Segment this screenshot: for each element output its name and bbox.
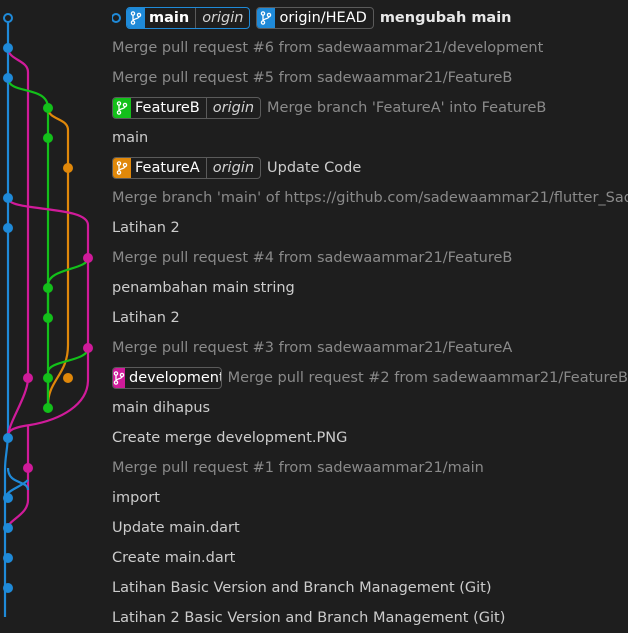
commit-message: penambahan main string [112, 280, 295, 296]
branch-badge[interactable]: FeatureB origin [112, 97, 262, 119]
branch-icon [113, 368, 125, 388]
commit-node[interactable] [3, 523, 13, 533]
commit-row[interactable]: Merge branch 'main' of https://github.co… [112, 183, 628, 213]
commit-row[interactable]: Merge pull request #4 from sadewaammar21… [112, 243, 628, 273]
commit-node[interactable] [3, 433, 13, 443]
branch-icon [257, 8, 276, 28]
commit-row[interactable]: Update main.dart [112, 513, 628, 543]
commit-row[interactable]: Merge pull request #3 from sadewaammar21… [112, 333, 628, 363]
commit-row[interactable]: developmentorigin Merge pull request #2 f… [112, 363, 628, 393]
branch-badge[interactable]: main origin [126, 7, 251, 29]
commit-message: main [112, 130, 149, 146]
branch-icon [113, 158, 131, 178]
commit-row[interactable]: Merge pull request #5 from sadewaammar21… [112, 63, 628, 93]
commit-message: Latihan 2 [112, 310, 180, 326]
commit-node[interactable] [83, 343, 93, 353]
commit-node[interactable] [23, 373, 33, 383]
branch-icon [127, 8, 145, 28]
branch-name: FeatureB [135, 100, 200, 116]
commit-node[interactable] [83, 253, 93, 263]
commit-node[interactable] [3, 223, 13, 233]
commit-message: Update main.dart [112, 520, 240, 536]
commit-row[interactable]: Latihan 2 Basic Version and Branch Manag… [112, 603, 628, 633]
commit-row[interactable]: FeatureA origin Update Code [112, 153, 628, 183]
commit-message: Update Code [267, 160, 362, 176]
commit-message: Merge pull request #1 from sadewaammar21… [112, 460, 484, 476]
commit-node[interactable] [63, 373, 73, 383]
current-head-icon [112, 13, 121, 23]
commit-message: Latihan 2 Basic Version and Branch Manag… [112, 610, 506, 626]
commit-message: Merge pull request #5 from sadewaammar21… [112, 70, 513, 86]
commit-message: import [112, 490, 160, 506]
commit-row[interactable]: FeatureB origin Merge branch 'FeatureA' in… [112, 93, 628, 123]
branch-badge[interactable]: FeatureA origin [112, 157, 262, 179]
commit-row[interactable]: Merge pull request #1 from sadewaammar21… [112, 453, 628, 483]
commit-row[interactable]: Latihan Basic Version and Branch Managem… [112, 573, 628, 603]
commit-node[interactable] [3, 43, 13, 53]
commit-node[interactable] [43, 373, 53, 383]
commit-message: Merge pull request #6 from sadewaammar21… [112, 40, 544, 56]
branch-badge[interactable]: origin/HEAD [256, 7, 374, 29]
branch-icon [113, 98, 131, 118]
commit-row[interactable]: Create main.dart [112, 543, 628, 573]
commit-row[interactable]: penambahan main string [112, 273, 628, 303]
commit-node[interactable] [3, 493, 13, 503]
commit-row[interactable]: import [112, 483, 628, 513]
commit-row[interactable]: Latihan 2 [112, 303, 628, 333]
commit-message: Merge branch 'main' of https://github.co… [112, 190, 628, 206]
commit-row[interactable]: main origin origin/HEAD mengubah main [112, 3, 628, 33]
commit-node[interactable] [43, 283, 53, 293]
commit-row[interactable]: main dihapus [112, 393, 628, 423]
commit-message: mengubah main [379, 10, 512, 26]
remote-origin-label: origin [195, 8, 249, 28]
remote-origin-label: origin [205, 158, 260, 178]
commit-row[interactable]: Merge pull request #6 from sadewaammar21… [112, 33, 628, 63]
commit-node[interactable] [43, 313, 53, 323]
commit-message: Create main.dart [112, 550, 236, 566]
remote-origin-label: origin [205, 98, 260, 118]
commit-node[interactable] [43, 403, 53, 413]
commit-message: Merge pull request #4 from sadewaammar21… [112, 250, 513, 266]
commit-node[interactable] [3, 73, 13, 83]
commit-graph [3, 13, 93, 617]
commit-list: main origin origin/HEAD mengubah main Merge … [112, 3, 628, 633]
branch-name: main [149, 10, 190, 26]
commit-row[interactable]: Create merge development.PNG [112, 423, 628, 453]
commit-message: Merge pull request #2 from sadewaammar21… [227, 370, 628, 386]
commit-node[interactable] [23, 463, 33, 473]
commit-message: Create merge development.PNG [112, 430, 348, 446]
commit-node[interactable] [3, 553, 13, 563]
commit-message: Latihan Basic Version and Branch Managem… [112, 580, 492, 596]
commit-node[interactable] [63, 163, 73, 173]
commit-message: Merge pull request #3 from sadewaammar21… [112, 340, 513, 356]
branch-name: FeatureA [135, 160, 200, 176]
branch-name: development [129, 370, 222, 386]
branch-name: origin/HEAD [279, 10, 367, 26]
commit-node-head[interactable] [3, 13, 13, 23]
commit-node[interactable] [43, 103, 53, 113]
commit-message: Latihan 2 [112, 220, 180, 236]
commit-node[interactable] [43, 133, 53, 143]
branch-badge[interactable]: developmentorigin [112, 367, 222, 389]
commit-row[interactable]: main [112, 123, 628, 153]
commit-node[interactable] [3, 193, 13, 203]
commit-node[interactable] [3, 583, 13, 593]
commit-message: main dihapus [112, 400, 211, 416]
commit-message: Merge branch 'FeatureA' into FeatureB [267, 100, 547, 116]
commit-row[interactable]: Latihan 2 [112, 213, 628, 243]
